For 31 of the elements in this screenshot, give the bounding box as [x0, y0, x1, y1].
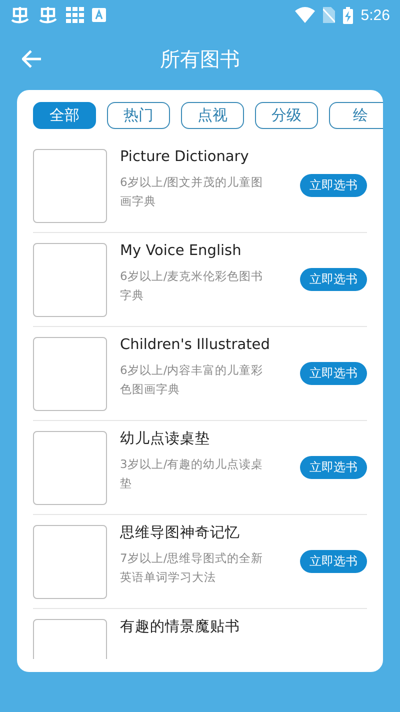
notification-icon [38, 6, 58, 24]
book-title: 有趣的情景魔贴书 [120, 618, 241, 637]
select-book-button[interactable]: 立即选书 [300, 550, 367, 573]
category-tab[interactable]: 分级 [255, 102, 318, 129]
book-description: 6岁以上/图文并茂的儿童图画字典 [120, 174, 264, 210]
book-description: 7岁以上/思维导图式的全新英语单词学习大法 [120, 550, 264, 586]
category-tab[interactable]: 热门 [107, 102, 170, 129]
keyboard-icon [92, 8, 106, 22]
select-book-button[interactable]: 立即选书 [300, 174, 367, 197]
select-book-button[interactable]: 立即选书 [300, 362, 367, 385]
book-title: Picture Dictionary [120, 148, 250, 167]
category-tab[interactable]: 绘 [329, 102, 383, 129]
book-description: 6岁以上/内容丰富的儿童彩色图画字典 [120, 362, 264, 398]
status-time: 5:26 [360, 6, 390, 24]
book-title: 幼儿点读桌垫 [120, 430, 211, 449]
book-description: 6岁以上/麦克米伦彩色图书字典 [120, 268, 264, 304]
select-book-button[interactable]: 立即选书 [300, 456, 367, 479]
book-title: My Voice English [120, 242, 242, 261]
wifi-icon [294, 7, 315, 23]
book-title: 思维导图神奇记忆 [120, 524, 241, 543]
book-title: Children's Illustrated [120, 336, 270, 355]
select-book-button[interactable]: 立即选书 [300, 268, 367, 291]
page-title: 所有图书 [160, 46, 240, 72]
battery-charging-icon [342, 6, 353, 24]
book-description: 3岁以上/有趣的幼儿点读桌垫 [120, 456, 264, 492]
category-tab[interactable]: 全部 [33, 102, 96, 129]
category-tab[interactable]: 点视 [181, 102, 244, 129]
notification-icon [10, 6, 30, 24]
no-sim-icon [322, 7, 335, 23]
back-arrow-icon[interactable] [22, 50, 42, 68]
grid-icon [66, 6, 84, 24]
